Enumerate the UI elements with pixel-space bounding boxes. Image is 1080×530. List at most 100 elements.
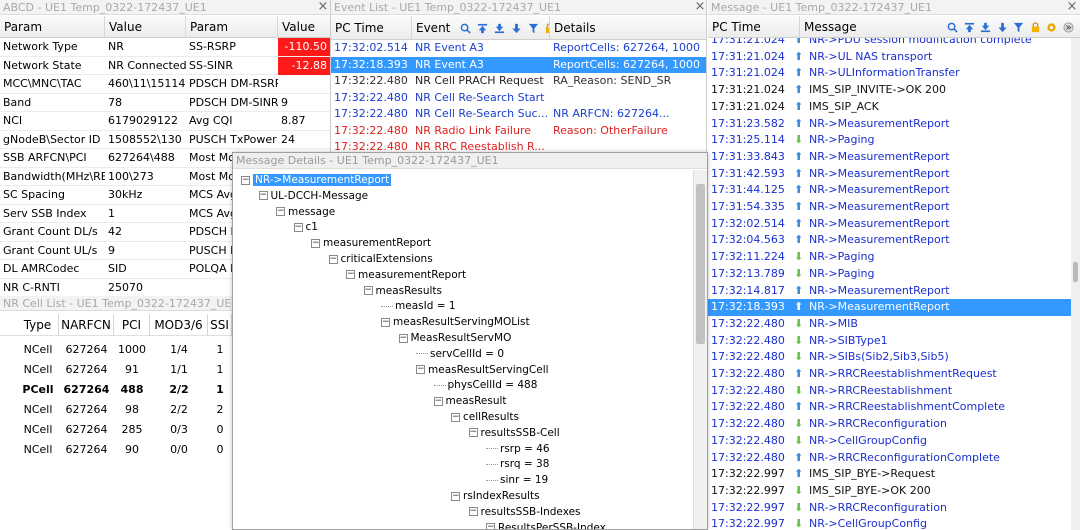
message-row[interactable]: 17:31:23.582 ⬆ NR->MeasurementReport bbox=[708, 116, 1071, 133]
tree-node[interactable]: − measResultServingMOList bbox=[381, 315, 530, 330]
message-row[interactable]: 17:31:21.024 ⬆ NR->ULInformationTransfer bbox=[708, 65, 1071, 82]
move-top-icon[interactable] bbox=[964, 22, 975, 33]
message-row[interactable]: 17:32:22.997 ⬇ IMS_SIP_BYE->OK 200 bbox=[708, 483, 1071, 500]
event-list-close-icon[interactable]: × bbox=[693, 0, 706, 15]
tree-node[interactable]: − NR->MeasurementReport bbox=[241, 173, 392, 188]
event-row[interactable]: 17:32:22.480 NR Cell Re-Search Suc... NR A… bbox=[331, 106, 706, 123]
collapse-toggle-icon[interactable]: − bbox=[468, 507, 478, 517]
abcd-col-param[interactable]: Param bbox=[0, 16, 105, 38]
abcd-row[interactable]: gNodeB\Sector ID 1508552\130 PUSCH TxPower… bbox=[0, 131, 330, 149]
collapse-toggle-icon[interactable]: − bbox=[416, 365, 425, 375]
message-row[interactable]: 17:31:21.024 ⬆ IMS_SIP_INVITE->OK 200 bbox=[708, 82, 1071, 99]
collapse-toggle-icon[interactable]: − bbox=[258, 191, 268, 201]
message-close-icon[interactable]: × bbox=[1065, 0, 1079, 15]
cell-col-type[interactable]: Type bbox=[17, 314, 59, 336]
message-row[interactable]: 17:32:22.480 ⬇ NR->SIBType1 bbox=[708, 333, 1071, 350]
collapse-toggle-icon[interactable]: − bbox=[276, 207, 285, 217]
message-row[interactable]: 17:31:21.024 ⬆ IMS_SIP_ACK bbox=[708, 99, 1071, 116]
abcd-row[interactable]: Network Type NR SS-RSRP -110.50 bbox=[0, 38, 330, 57]
event-row[interactable]: 17:32:18.393 NR Event A3 ReportCells: 6272… bbox=[331, 56, 706, 73]
message-row[interactable]: 17:32:11.224 ⬇ NR->Paging bbox=[708, 249, 1071, 266]
message-row[interactable]: 17:32:22.480 ⬆ NR->RRCReconfigurationCompl… bbox=[708, 450, 1071, 467]
filter-icon[interactable] bbox=[1013, 22, 1024, 33]
message-row[interactable]: 17:31:42.593 ⬆ NR->MeasurementReport bbox=[708, 166, 1071, 183]
tree-node[interactable]: measId = 1 bbox=[381, 299, 456, 314]
message-row[interactable]: 17:32:22.480 ⬇ NR->RRCReconfiguration bbox=[708, 416, 1071, 433]
cell-row[interactable]: PCell 627264 488 2/2 1 bbox=[0, 380, 232, 400]
event-col-time[interactable]: PC Time bbox=[331, 16, 412, 40]
tree-node[interactable]: − measurementReport bbox=[311, 236, 431, 251]
tree-node[interactable]: − MeasResultServMO bbox=[398, 331, 511, 346]
message-row[interactable]: 17:31:33.843 ⬆ NR->MeasurementReport bbox=[708, 149, 1071, 166]
cell-col-narfcn[interactable]: NARFCN bbox=[59, 314, 114, 336]
tree-node[interactable]: − cellResults bbox=[451, 410, 519, 425]
tree-node[interactable]: − rsIndexResults bbox=[451, 489, 540, 504]
collapse-toggle-icon[interactable]: − bbox=[328, 254, 338, 264]
message-col-time[interactable]: PC Time bbox=[708, 16, 800, 38]
abcd-row[interactable]: Network State NR Connected SS-SINR -12.88 bbox=[0, 56, 330, 75]
cell-col-pci[interactable]: PCI bbox=[114, 314, 150, 336]
cell-row[interactable]: NCell 627264 285 0/3 0 bbox=[0, 420, 232, 440]
event-col-event[interactable]: Event bbox=[412, 16, 550, 40]
filter-icon[interactable] bbox=[528, 23, 539, 34]
message-row[interactable]: 17:32:22.997 ⬇ NR->CellGroupConfig bbox=[708, 516, 1071, 530]
collapse-toggle-icon[interactable]: − bbox=[241, 175, 250, 185]
lock-icon[interactable] bbox=[1030, 21, 1041, 33]
tree-node[interactable]: − resultsSSB-Cell bbox=[468, 426, 560, 441]
message-row[interactable]: 17:32:22.480 ⬇ NR->CellGroupConfig bbox=[708, 433, 1071, 450]
abcd-col-param2[interactable]: Param bbox=[186, 16, 278, 38]
message-row[interactable]: 17:32:04.563 ⬆ NR->MeasurementReport bbox=[708, 232, 1071, 249]
cell-row[interactable]: NCell 627264 90 0/0 0 bbox=[0, 440, 232, 460]
message-row[interactable]: 17:32:13.789 ⬇ NR->Paging bbox=[708, 266, 1071, 283]
collapse-toggle-icon[interactable]: − bbox=[363, 286, 373, 296]
more-icon[interactable] bbox=[1062, 21, 1074, 33]
tree-node[interactable]: physCellId = 488 bbox=[433, 378, 537, 393]
message-row[interactable]: 17:32:02.514 ⬆ NR->MeasurementReport bbox=[708, 216, 1071, 233]
cell-row[interactable]: NCell 627264 98 2/2 2 bbox=[0, 400, 232, 420]
message-row[interactable]: 17:32:22.997 ⬇ NR->RRCReconfiguration bbox=[708, 500, 1071, 517]
message-row[interactable]: 17:32:18.393 ⬆ NR->MeasurementReport bbox=[708, 299, 1071, 316]
cell-row[interactable]: NCell 627264 1000 1/4 1 bbox=[0, 340, 232, 360]
tree-node[interactable]: − measurementReport bbox=[346, 268, 466, 283]
event-row[interactable]: 17:32:22.480 NR Cell PRACH Request RA_Reas… bbox=[331, 73, 706, 90]
collapse-toggle-icon[interactable]: − bbox=[381, 317, 390, 327]
tree-node[interactable]: − c1 bbox=[293, 220, 318, 235]
cell-row[interactable]: NCell 627264 91 1/1 1 bbox=[0, 360, 232, 380]
message-row[interactable]: 17:32:22.480 ⬇ NR->RRCReestablishment bbox=[708, 383, 1071, 400]
message-row[interactable]: 17:32:22.480 ⬇ NR->MIB bbox=[708, 316, 1071, 333]
tree-node[interactable]: rsrq = 38 bbox=[486, 457, 549, 472]
collapse-toggle-icon[interactable]: − bbox=[346, 270, 355, 280]
tree-node[interactable]: − measResult bbox=[433, 394, 507, 409]
details-scrollbar[interactable] bbox=[693, 170, 707, 529]
message-scroll-thumb[interactable] bbox=[1073, 262, 1078, 282]
collapse-toggle-icon[interactable]: − bbox=[293, 222, 303, 232]
abcd-col-value[interactable]: Value bbox=[105, 16, 186, 38]
event-col-details[interactable]: Details bbox=[550, 16, 706, 40]
move-bottom-icon[interactable] bbox=[494, 23, 505, 34]
tree-node[interactable]: − ResultsPerSSB-Index bbox=[486, 521, 606, 529]
tree-node[interactable]: − criticalExtensions bbox=[328, 252, 433, 267]
collapse-toggle-icon[interactable]: − bbox=[468, 428, 478, 438]
message-row[interactable]: 17:32:22.997 ⬆ IMS_SIP_BYE->Request bbox=[708, 466, 1071, 483]
tree-node[interactable]: − message bbox=[276, 205, 335, 220]
abcd-close-icon[interactable]: × bbox=[316, 0, 330, 15]
message-row[interactable]: 17:32:22.480 ⬆ NR->RRCReestablishmentCompl… bbox=[708, 399, 1071, 416]
tree-node[interactable]: rsrp = 46 bbox=[486, 442, 550, 457]
collapse-toggle-icon[interactable]: − bbox=[451, 491, 460, 501]
message-scrollbar[interactable] bbox=[1071, 38, 1080, 530]
move-bottom-icon[interactable] bbox=[980, 22, 991, 33]
collapse-toggle-icon[interactable]: − bbox=[433, 396, 443, 406]
abcd-row[interactable]: NCI 6179029122 Avg CQI 8.87 bbox=[0, 112, 330, 131]
collapse-toggle-icon[interactable]: − bbox=[486, 523, 495, 529]
message-row[interactable]: 17:31:54.335 ⬆ NR->MeasurementReport bbox=[708, 199, 1071, 216]
event-row[interactable]: 17:32:22.480 NR Cell Re-Search Start bbox=[331, 90, 706, 107]
tree-node[interactable]: sinr = 19 bbox=[486, 473, 548, 488]
message-row[interactable]: 17:32:22.480 ⬇ NR->SIBs(Sib2,Sib3,Sib5) bbox=[708, 349, 1071, 366]
event-row[interactable]: 17:32:02.514 NR Event A3 ReportCells: 6272… bbox=[331, 40, 706, 57]
message-row[interactable]: 17:31:44.125 ⬆ NR->MeasurementReport bbox=[708, 182, 1071, 199]
tree-node[interactable]: − resultsSSB-Indexes bbox=[468, 505, 581, 520]
tree-node[interactable]: − UL-DCCH-Message bbox=[258, 189, 368, 204]
settings-icon[interactable] bbox=[1046, 22, 1057, 33]
search-icon[interactable] bbox=[460, 23, 471, 34]
cell-col-ssi[interactable]: SSI bbox=[208, 314, 232, 336]
